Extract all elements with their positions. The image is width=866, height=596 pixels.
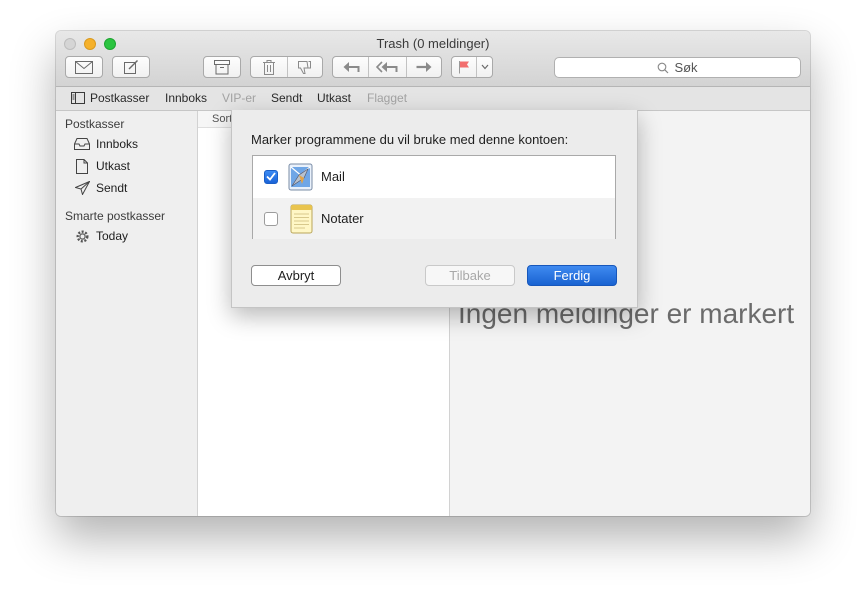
cancel-button[interactable]: Avbryt xyxy=(251,265,341,286)
account-apps-sheet: Marker programmene du vil bruke med denn… xyxy=(231,110,638,308)
done-button[interactable]: Ferdig xyxy=(527,265,617,286)
sheet-prompt: Marker programmene du vil bruke med denn… xyxy=(251,132,569,147)
chevron-down-icon xyxy=(481,64,489,70)
draft-icon xyxy=(74,158,90,174)
notes-app-icon xyxy=(287,204,315,234)
delete-junk-group xyxy=(250,56,323,78)
notes-checkbox[interactable] xyxy=(264,211,278,226)
sidebar-item-label: Today xyxy=(96,229,129,243)
window-title: Trash (0 meldinger) xyxy=(376,36,490,51)
search-icon xyxy=(657,62,669,74)
flag-group xyxy=(451,56,493,78)
sidebar-toggle-icon xyxy=(71,92,85,104)
junk-button[interactable] xyxy=(288,57,323,77)
mail-app-icon xyxy=(287,162,315,192)
archive-icon xyxy=(214,59,230,75)
reply-button[interactable] xyxy=(333,57,370,77)
fav-inbox[interactable]: Innboks xyxy=(165,91,207,105)
fav-flagged[interactable]: Flagget xyxy=(367,91,407,105)
sidebar-item-label: Utkast xyxy=(96,159,131,173)
inbox-icon xyxy=(74,136,90,152)
reply-group xyxy=(332,56,442,78)
sort-label: Sort xyxy=(212,113,233,125)
junk-icon xyxy=(297,60,312,75)
compose-button[interactable] xyxy=(112,56,150,78)
mailboxes-label: Postkasser xyxy=(90,91,150,105)
sidebar: Postkasser Innboks Utkast Sendt Smarte p… xyxy=(56,111,198,516)
sidebar-item-label: Innboks xyxy=(96,137,139,151)
back-button[interactable]: Tilbake xyxy=(425,265,515,286)
gear-icon xyxy=(74,228,90,244)
get-mail-button[interactable] xyxy=(65,56,103,78)
app-list: Mail Notater xyxy=(252,155,616,239)
sidebar-item-drafts[interactable]: Utkast xyxy=(74,158,130,174)
search-placeholder: Søk xyxy=(674,60,698,75)
flag-icon xyxy=(458,60,470,74)
sidebar-section-smart-mailboxes: Smarte postkasser xyxy=(65,209,166,223)
app-row-notes[interactable]: Notater xyxy=(253,198,615,239)
sidebar-section-mailboxes: Postkasser xyxy=(65,117,125,131)
app-name: Mail xyxy=(321,169,345,184)
fav-drafts[interactable]: Utkast xyxy=(317,91,351,105)
fav-sent[interactable]: Sendt xyxy=(271,91,302,105)
sidebar-item-sent[interactable]: Sendt xyxy=(74,180,127,196)
reply-icon xyxy=(342,60,360,74)
mailboxes-toggle-button[interactable]: Postkasser xyxy=(71,91,149,105)
archive-button[interactable] xyxy=(203,56,241,78)
flag-menu-button[interactable] xyxy=(477,57,492,77)
app-row-mail[interactable]: Mail xyxy=(253,156,615,197)
reply-all-icon xyxy=(376,60,398,74)
trash-icon xyxy=(262,59,276,75)
search-field[interactable]: Søk xyxy=(554,57,801,78)
reply-all-button[interactable] xyxy=(369,57,407,77)
app-name: Notater xyxy=(321,211,364,226)
favorites-bar: Postkasser Innboks VIP-er Sendt Utkast F… xyxy=(56,87,810,111)
sidebar-item-today[interactable]: Today xyxy=(74,228,128,244)
compose-icon xyxy=(123,59,139,75)
envelope-icon xyxy=(75,60,93,74)
sidebar-item-inbox[interactable]: Innboks xyxy=(74,136,138,152)
delete-button[interactable] xyxy=(251,57,288,77)
sidebar-item-label: Sendt xyxy=(96,181,128,195)
sent-icon xyxy=(74,180,90,196)
flag-button[interactable] xyxy=(452,57,478,77)
fav-vip[interactable]: VIP-er xyxy=(222,91,256,105)
mail-checkbox[interactable] xyxy=(264,169,278,184)
forward-icon xyxy=(415,60,433,74)
forward-button[interactable] xyxy=(407,57,441,77)
title-bar: Trash (0 meldinger) Søk xyxy=(56,31,810,87)
